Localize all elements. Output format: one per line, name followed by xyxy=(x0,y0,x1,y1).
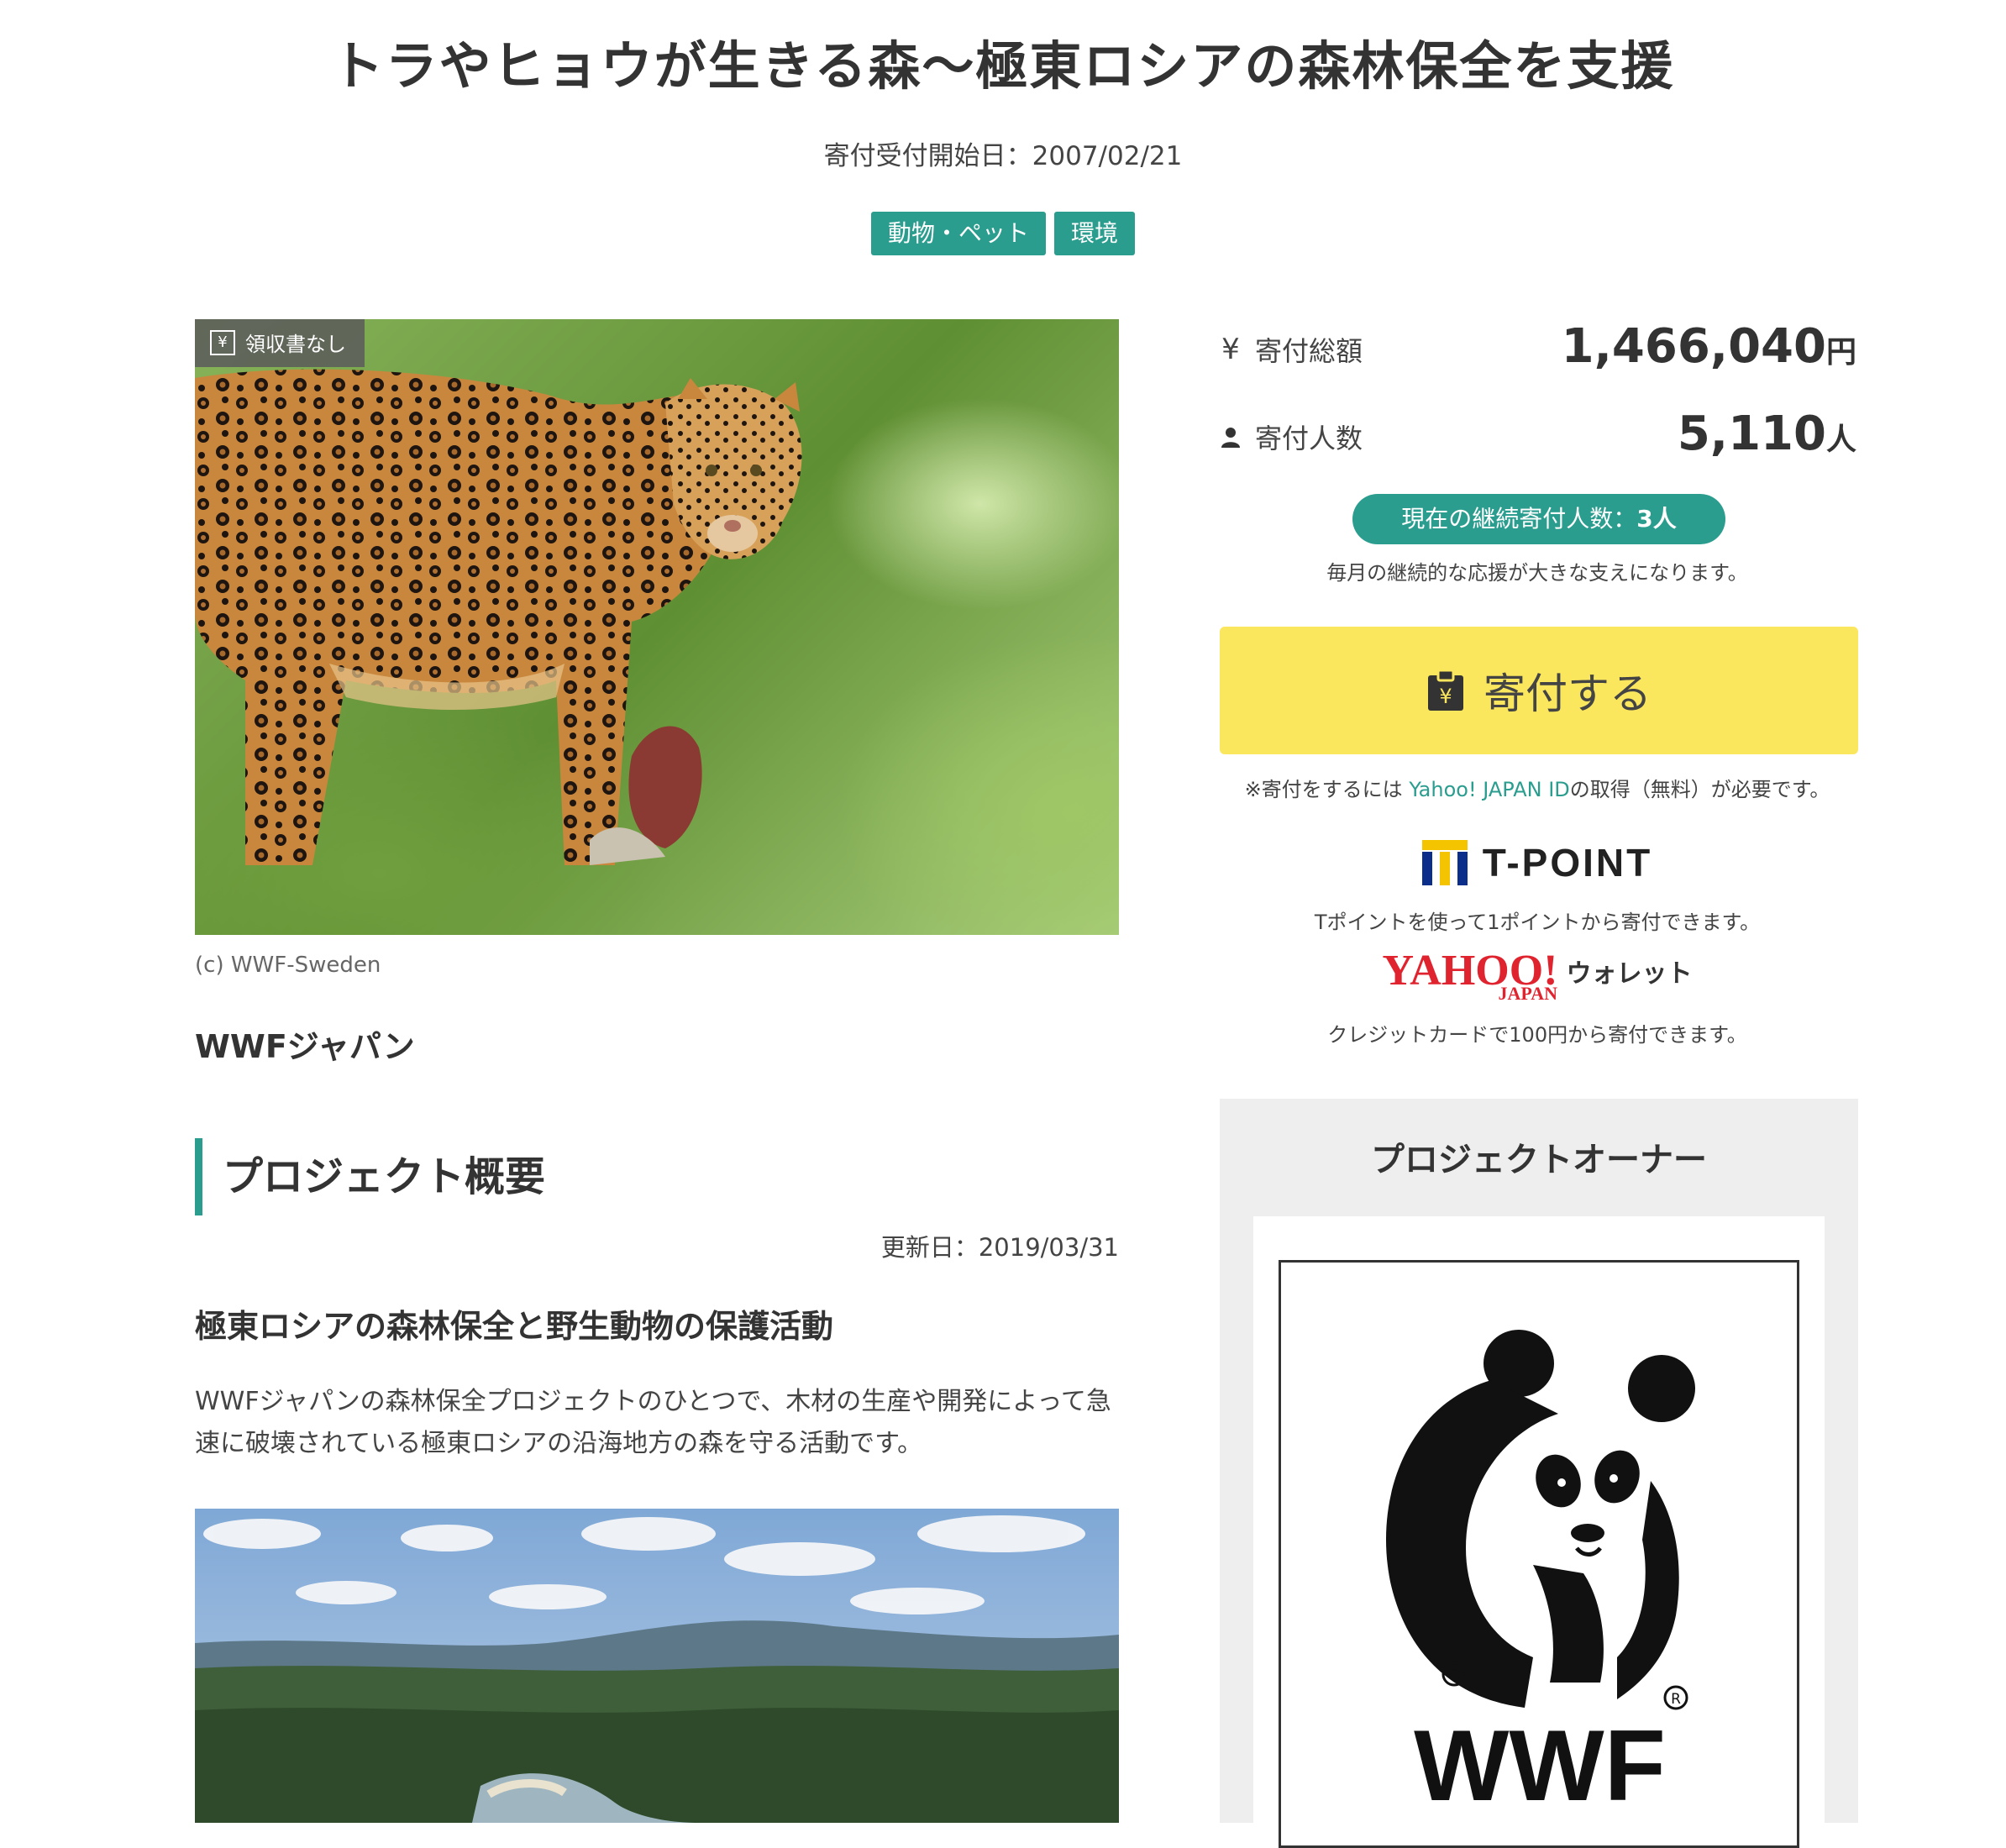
no-receipt-badge: ¥ 領収書なし xyxy=(195,319,365,367)
total-amount-row: ¥ 寄付総額 1,466,040円 xyxy=(1218,319,1856,374)
wwf-panda-icon: C R WWF xyxy=(1386,1330,1695,1822)
recurring-note: 毎月の継続的な応援が大きな支えになります。 xyxy=(1326,561,1748,585)
project-owner-heading: プロジェクトオーナー xyxy=(1371,1141,1707,1179)
section-heading-overview: プロジェクト概要 xyxy=(195,1138,545,1215)
landscape-illustration xyxy=(195,1509,1119,1823)
wallet-label: ウォレット xyxy=(1566,959,1693,989)
yahoo-wallet-note: クレジットカードで100円から寄付できます。 xyxy=(1327,1023,1747,1047)
wwf-logo[interactable]: C R WWF xyxy=(1279,1260,1799,1848)
hero-image-leopard: ¥ 領収書なし xyxy=(195,319,1119,935)
donor-count-label: 寄付人数 xyxy=(1255,423,1363,454)
receipt-yen-icon: ¥ xyxy=(210,329,235,355)
category-tags: 動物・ペット 環境 xyxy=(0,212,2006,255)
svg-text:C: C xyxy=(1449,1667,1460,1684)
tag-environment[interactable]: 環境 xyxy=(1054,212,1136,255)
yahoo-logo-japan: JAPAN xyxy=(1498,983,1557,1004)
photo-credit: (c) WWF-Sweden xyxy=(195,953,381,978)
tpoint-logo: T-POINT xyxy=(1218,840,1856,885)
page-title: トラやヒョウが生きる森〜極東ロシアの森林保全を支援 xyxy=(331,35,1675,97)
yahoo-wallet-logo: YAHOO! JAPAN ウォレット xyxy=(1218,949,1856,1003)
notice-suffix: の取得（無料）が必要です。 xyxy=(1569,778,1830,801)
donor-count-row: 寄付人数 5,110人 xyxy=(1218,407,1856,461)
notice-prefix: ※寄付をするには xyxy=(1244,778,1410,801)
overview-body: WWFジャパンの森林保全プロジェクトのひとつで、木材の生産や開発によって急速に破… xyxy=(195,1387,1111,1458)
recurring-donors-pill: 現在の継続寄付人数：3人 xyxy=(1352,494,1725,544)
recurring-donors-label: 現在の継続寄付人数： xyxy=(1401,505,1637,533)
recurring-donors-value: 3人 xyxy=(1636,505,1677,533)
organization-name[interactable]: WWFジャパン xyxy=(195,1021,415,1067)
person-icon xyxy=(1221,428,1240,448)
donation-start-date: 寄付受付開始日：2007/02/21 xyxy=(823,141,1183,171)
forest-landscape-image xyxy=(195,1509,1119,1823)
donate-button[interactable]: ¥ 寄付する xyxy=(1220,627,1858,754)
overview-subheading: 極東ロシアの森林保全と野生動物の保護活動 xyxy=(195,1308,834,1345)
tag-animals-pets[interactable]: 動物・ペット xyxy=(870,212,1046,255)
updated-date: 更新日：2019/03/31 xyxy=(880,1233,1119,1262)
yen-icon: ¥ xyxy=(1221,333,1240,366)
total-amount-unit: 円 xyxy=(1825,335,1856,370)
wwf-logo-text: WWF xyxy=(1414,1709,1666,1822)
total-amount-value: 1,466,040 xyxy=(1561,319,1826,374)
donation-clipboard-icon: ¥ xyxy=(1428,669,1463,711)
yahoo-id-notice: ※寄付をするには Yahoo! JAPAN IDの取得（無料）が必要です。 xyxy=(1218,773,1856,802)
svg-text:R: R xyxy=(1671,1691,1681,1708)
donor-count-value: 5,110 xyxy=(1677,407,1826,461)
svg-text:¥: ¥ xyxy=(1439,685,1452,708)
tpoint-icon xyxy=(1421,840,1468,885)
donor-count-unit: 人 xyxy=(1825,423,1856,457)
tpoint-logo-text: T-POINT xyxy=(1482,841,1653,885)
tpoint-note: Tポイントを使って1ポイントから寄付できます。 xyxy=(1314,911,1761,934)
no-receipt-label: 領収書なし xyxy=(245,333,346,356)
yahoo-id-link[interactable]: Yahoo! JAPAN ID xyxy=(1409,778,1569,801)
total-amount-label: 寄付総額 xyxy=(1255,335,1363,367)
leopard-illustration xyxy=(195,369,802,865)
donate-button-label: 寄付する xyxy=(1483,670,1652,717)
